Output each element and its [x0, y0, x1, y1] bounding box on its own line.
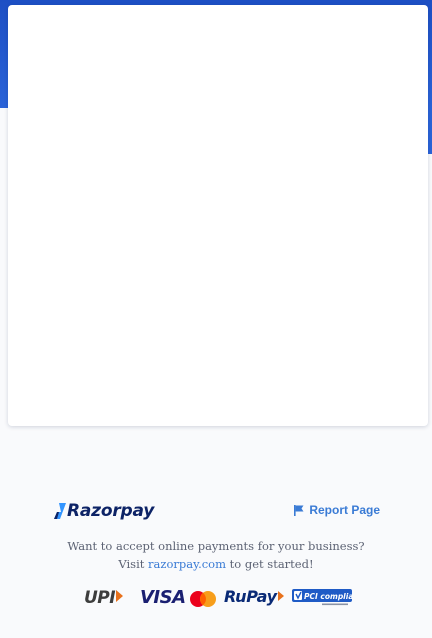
rupay-logo: RuPay — [224, 587, 284, 606]
content-card — [8, 5, 428, 426]
pci-badge-text: PCI compliant — [304, 592, 352, 601]
rupay-label: RuPay — [224, 587, 277, 606]
flag-icon — [294, 504, 304, 516]
razorpay-logo[interactable]: Razorpay — [54, 501, 154, 521]
footer-brand-row: Razorpay Report Page — [0, 495, 432, 527]
razorpay-mark-icon — [54, 503, 66, 519]
pci-compliant-badge: PCI compliant — [292, 589, 352, 606]
promo-end: to get started! — [229, 557, 314, 571]
report-page-button[interactable]: Report Page — [294, 503, 380, 517]
visa-logo: VISA — [140, 587, 186, 608]
promo-visit: Visit — [118, 557, 145, 571]
upi-label: UPI — [84, 588, 116, 608]
upi-arrow-icon — [116, 590, 124, 602]
promo-line-1: Want to accept online payments for your … — [67, 539, 365, 553]
razorpay-link[interactable]: razorpay.com — [148, 557, 226, 571]
promo-text: Want to accept online payments for your … — [0, 537, 432, 573]
footer: Razorpay Report Page Want to accept onli… — [0, 495, 432, 608]
report-page-label: Report Page — [309, 503, 380, 517]
razorpay-logo-text: Razorpay — [67, 501, 155, 521]
payment-methods: UPI VISA RuPay PCI compliant — [0, 587, 432, 611]
upi-logo: UPI — [84, 588, 124, 608]
rupay-arrow-icon — [277, 591, 284, 601]
promo-line-2: Visit razorpay.com to get started! — [0, 555, 432, 573]
mastercard-icon — [190, 591, 216, 607]
